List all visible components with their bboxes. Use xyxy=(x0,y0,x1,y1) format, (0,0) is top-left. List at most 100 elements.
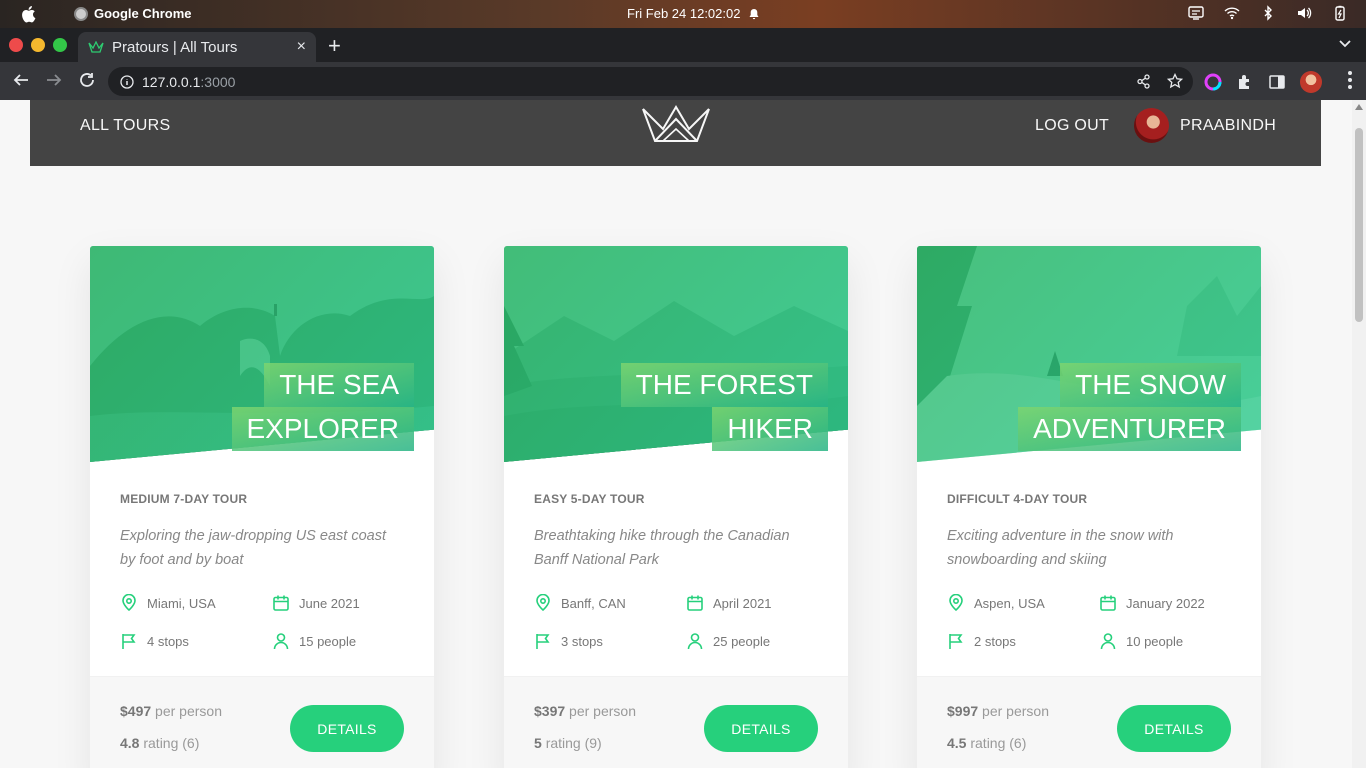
nav-all-tours-link[interactable]: ALL TOURS xyxy=(80,117,170,135)
tour-rating: 4.5 xyxy=(947,735,967,751)
stat-people-text: 25 people xyxy=(713,633,771,649)
flag-icon xyxy=(949,634,963,649)
details-button[interactable]: DETAILS xyxy=(704,705,818,752)
tour-stats: Banff, CAN April 2021 3 stops 25 people xyxy=(534,594,818,650)
map-pin-icon xyxy=(536,594,550,612)
os-menu-bar: Google Chrome Fri Feb 24 12:02:02 xyxy=(0,0,1366,28)
tour-subheading: EASY 5-DAY TOUR xyxy=(534,492,645,506)
scrollbar-thumb[interactable] xyxy=(1355,128,1363,322)
user-icon xyxy=(687,633,703,650)
map-pin-icon xyxy=(122,594,136,612)
stat-people-text: 10 people xyxy=(1126,633,1184,649)
stat-date: April 2021 xyxy=(686,594,826,612)
tour-card-footer: $497 per person 4.8 rating (6) DETAILS xyxy=(90,676,434,768)
tour-card-footer: $997 per person 4.5 rating (6) DETAILS xyxy=(917,676,1261,768)
tour-title-line2: ADVENTURER xyxy=(1018,407,1241,451)
battery-icon[interactable] xyxy=(1332,5,1348,21)
calendar-icon xyxy=(273,595,289,611)
volume-icon[interactable] xyxy=(1296,5,1312,21)
tour-title: THE SNOW ADVENTURER xyxy=(1018,363,1241,451)
tour-card-snow-adventurer: THE SNOW ADVENTURER DIFFICULT 4-DAY TOUR… xyxy=(917,246,1261,768)
tab-close-button[interactable]: × xyxy=(297,38,306,56)
stat-date: January 2022 xyxy=(1099,594,1239,612)
tab-search-chevron-icon[interactable] xyxy=(1338,36,1352,50)
tour-card-body: EASY 5-DAY TOUR Breathtaking hike throug… xyxy=(534,492,818,650)
back-arrow-icon[interactable] xyxy=(12,71,30,89)
tour-stats: Aspen, USA January 2022 2 stops 10 peopl… xyxy=(947,594,1231,650)
stat-date-text: April 2021 xyxy=(713,595,772,611)
crown-logo-icon[interactable] xyxy=(641,105,711,143)
tour-price-line: $397 per person xyxy=(534,703,636,735)
stat-location: Miami, USA xyxy=(120,594,272,612)
browser-menu-button[interactable] xyxy=(1348,71,1352,89)
chrome-app-icon xyxy=(74,6,88,21)
tour-footer-info: $497 per person 4.8 rating (6) xyxy=(120,703,222,767)
tour-card-forest-hiker: THE FOREST HIKER EASY 5-DAY TOUR Breatht… xyxy=(504,246,848,768)
stat-people: 10 people xyxy=(1099,632,1239,650)
scroll-up-arrow-icon[interactable] xyxy=(1355,104,1363,110)
page-scrollbar[interactable] xyxy=(1352,100,1366,768)
stat-stops: 4 stops xyxy=(120,632,272,650)
site-info-icon[interactable] xyxy=(120,74,134,89)
wifi-icon[interactable] xyxy=(1224,5,1240,21)
tour-rating-line: 4.8 rating (6) xyxy=(120,735,222,767)
url-host: 127.0.0.1 xyxy=(142,73,201,90)
extensions-puzzle-icon[interactable] xyxy=(1236,73,1254,91)
logout-link[interactable]: LOG OUT xyxy=(1035,117,1109,135)
bookmark-star-icon[interactable] xyxy=(1167,73,1183,89)
profile-avatar[interactable] xyxy=(1300,71,1322,93)
side-panel-icon[interactable] xyxy=(1268,73,1286,91)
clock[interactable]: Fri Feb 24 12:02:02 xyxy=(627,6,760,21)
tour-title-line2: HIKER xyxy=(712,407,828,451)
browser-tabstrip: Pratours | All Tours × + xyxy=(0,28,1366,62)
tour-rating-text: rating (9) xyxy=(545,735,602,751)
window-minimize-button[interactable] xyxy=(31,38,45,52)
tour-price: $397 xyxy=(534,703,566,719)
tour-card-footer: $397 per person 5 rating (9) DETAILS xyxy=(504,676,848,768)
calendar-icon xyxy=(1100,595,1116,611)
bluetooth-icon[interactable] xyxy=(1260,5,1276,21)
window-close-button[interactable] xyxy=(9,38,23,52)
tour-card-body: DIFFICULT 4-DAY TOUR Exciting adventure … xyxy=(947,492,1231,650)
color-extension-icon[interactable] xyxy=(1204,73,1222,91)
url-text: 127.0.0.1:3000 xyxy=(142,74,235,90)
forward-arrow-icon[interactable] xyxy=(45,71,63,89)
tour-price-line: $997 per person xyxy=(947,703,1049,735)
tour-subheading: DIFFICULT 4-DAY TOUR xyxy=(947,492,1088,506)
active-app[interactable]: Google Chrome xyxy=(74,6,192,21)
apple-icon[interactable] xyxy=(20,5,36,23)
details-button[interactable]: DETAILS xyxy=(290,705,404,752)
details-button[interactable]: DETAILS xyxy=(1117,705,1231,752)
stat-people-text: 15 people xyxy=(299,633,357,649)
share-icon[interactable] xyxy=(1136,74,1151,89)
tab-title: Pratours | All Tours xyxy=(112,38,238,56)
calendar-icon xyxy=(687,595,703,611)
tour-rating-text: rating (6) xyxy=(970,735,1027,751)
notification-bell-icon xyxy=(749,8,759,19)
stat-location: Banff, CAN xyxy=(534,594,686,612)
tour-title: THE FOREST HIKER xyxy=(620,363,828,451)
address-bar[interactable]: 127.0.0.1:3000 xyxy=(108,67,1193,96)
new-tab-button[interactable]: + xyxy=(328,33,341,59)
user-name: PRAABINDH xyxy=(1180,116,1277,134)
stat-date: June 2021 xyxy=(272,594,412,612)
tour-price: $497 xyxy=(120,703,152,719)
stat-date-text: January 2022 xyxy=(1126,595,1205,611)
tour-title-line2: EXPLORER xyxy=(231,407,414,451)
stat-stops: 2 stops xyxy=(947,632,1099,650)
stat-date-text: June 2021 xyxy=(299,595,360,611)
tour-title: THE SEA EXPLORER xyxy=(231,363,414,451)
stat-stops-text: 4 stops xyxy=(147,633,189,649)
map-pin-icon xyxy=(949,594,963,612)
tour-title-line1: THE FOREST xyxy=(620,363,828,407)
tour-price-line: $497 per person xyxy=(120,703,222,735)
stat-stops-text: 2 stops xyxy=(974,633,1016,649)
reload-icon[interactable] xyxy=(78,71,96,89)
stat-location-text: Aspen, USA xyxy=(974,595,1045,611)
tour-footer-info: $997 per person 4.5 rating (6) xyxy=(947,703,1049,767)
browser-tab-active[interactable]: Pratours | All Tours × xyxy=(78,32,316,62)
user-profile-link[interactable]: PRAABINDH xyxy=(1134,108,1276,143)
screen-share-icon[interactable] xyxy=(1188,5,1204,21)
window-maximize-button[interactable] xyxy=(53,38,67,52)
stat-location-text: Banff, CAN xyxy=(561,595,626,611)
